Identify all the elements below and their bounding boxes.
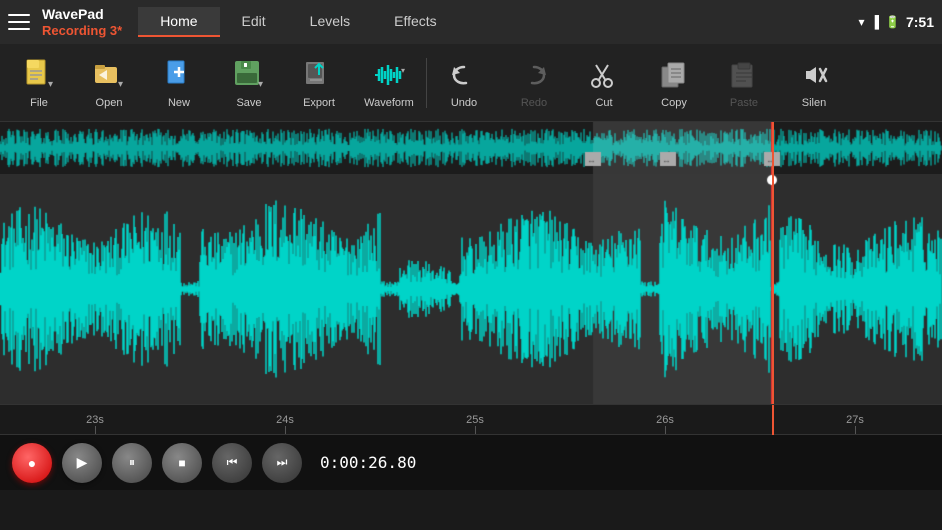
nav-tabs: Home Edit Levels Effects — [138, 7, 459, 37]
recording-name: Recording 3* — [42, 23, 122, 39]
forward-button[interactable]: ⏭ — [262, 443, 302, 483]
undo-button[interactable]: Undo — [429, 46, 499, 120]
timeline-label-27s: 27s — [846, 414, 864, 426]
new-label: New — [168, 97, 190, 109]
wifi-icon: ▾ — [858, 15, 864, 29]
timeline-label-26s: 26s — [656, 414, 674, 426]
file-button[interactable]: ▾ File — [4, 46, 74, 120]
export-label: Export — [303, 97, 335, 109]
menu-button[interactable] — [8, 14, 30, 30]
timeline: 23s 24s 25s 26s 27s — [0, 404, 942, 434]
tab-home[interactable]: Home — [138, 7, 219, 37]
cut-label: Cut — [595, 97, 612, 109]
waveform-overview[interactable] — [0, 122, 942, 174]
undo-label: Undo — [451, 97, 477, 109]
save-button[interactable]: ▾ Save — [214, 46, 284, 120]
toolbar: ▾ File ▾ Open New ▾ Save — [0, 44, 942, 122]
tab-edit[interactable]: Edit — [220, 7, 288, 37]
silence-button[interactable]: Silen — [779, 46, 849, 120]
waveform-main[interactable] — [0, 174, 942, 404]
timeline-label-24s: 24s — [276, 414, 294, 426]
timeline-label-25s: 25s — [466, 414, 484, 426]
export-button[interactable]: Export — [284, 46, 354, 120]
paste-button[interactable]: Paste — [709, 46, 779, 120]
redo-button[interactable]: Redo — [499, 46, 569, 120]
tab-effects[interactable]: Effects — [372, 7, 459, 37]
record-button[interactable]: ● — [12, 443, 52, 483]
open-label: Open — [96, 97, 123, 109]
new-button[interactable]: New — [144, 46, 214, 120]
app-name: WavePad — [42, 6, 122, 23]
waveform-label: Waveform — [364, 97, 414, 109]
battery-icon: 🔋 — [885, 15, 900, 29]
silence-label: Silen — [802, 97, 826, 109]
stop-button[interactable]: ■ — [162, 443, 202, 483]
cut-button[interactable]: Cut — [569, 46, 639, 120]
save-label: Save — [236, 97, 261, 109]
tab-levels[interactable]: Levels — [288, 7, 372, 37]
pause-button[interactable]: ⏸ — [112, 443, 152, 483]
svg-text:▾: ▾ — [118, 79, 123, 90]
divider-1 — [426, 58, 427, 108]
open-button[interactable]: ▾ Open — [74, 46, 144, 120]
paste-label: Paste — [730, 97, 758, 109]
svg-text:▾: ▾ — [258, 79, 263, 90]
redo-label: Redo — [521, 97, 547, 109]
signal-icon: ▐ — [871, 15, 880, 29]
status-bar: ▾ ▐ 🔋 7:51 — [858, 14, 934, 30]
app-title: WavePad Recording 3* — [42, 6, 122, 38]
timeline-label-23s: 23s — [86, 414, 104, 426]
file-label: File — [30, 97, 48, 109]
playback-bar: ● ▶ ⏸ ■ ⏮ ⏭ 0:00:26.80 — [0, 434, 942, 490]
top-bar: WavePad Recording 3* Home Edit Levels Ef… — [0, 0, 942, 44]
copy-label: Copy — [661, 97, 687, 109]
playback-time: 0:00:26.80 — [320, 453, 416, 472]
copy-button[interactable]: Copy — [639, 46, 709, 120]
svg-text:▾: ▾ — [48, 79, 53, 90]
rewind-button[interactable]: ⏮ — [212, 443, 252, 483]
clock: 7:51 — [906, 14, 934, 30]
svg-text:▾: ▾ — [401, 66, 405, 75]
play-button[interactable]: ▶ — [62, 443, 102, 483]
waveform-button[interactable]: ▾ Waveform — [354, 46, 424, 120]
